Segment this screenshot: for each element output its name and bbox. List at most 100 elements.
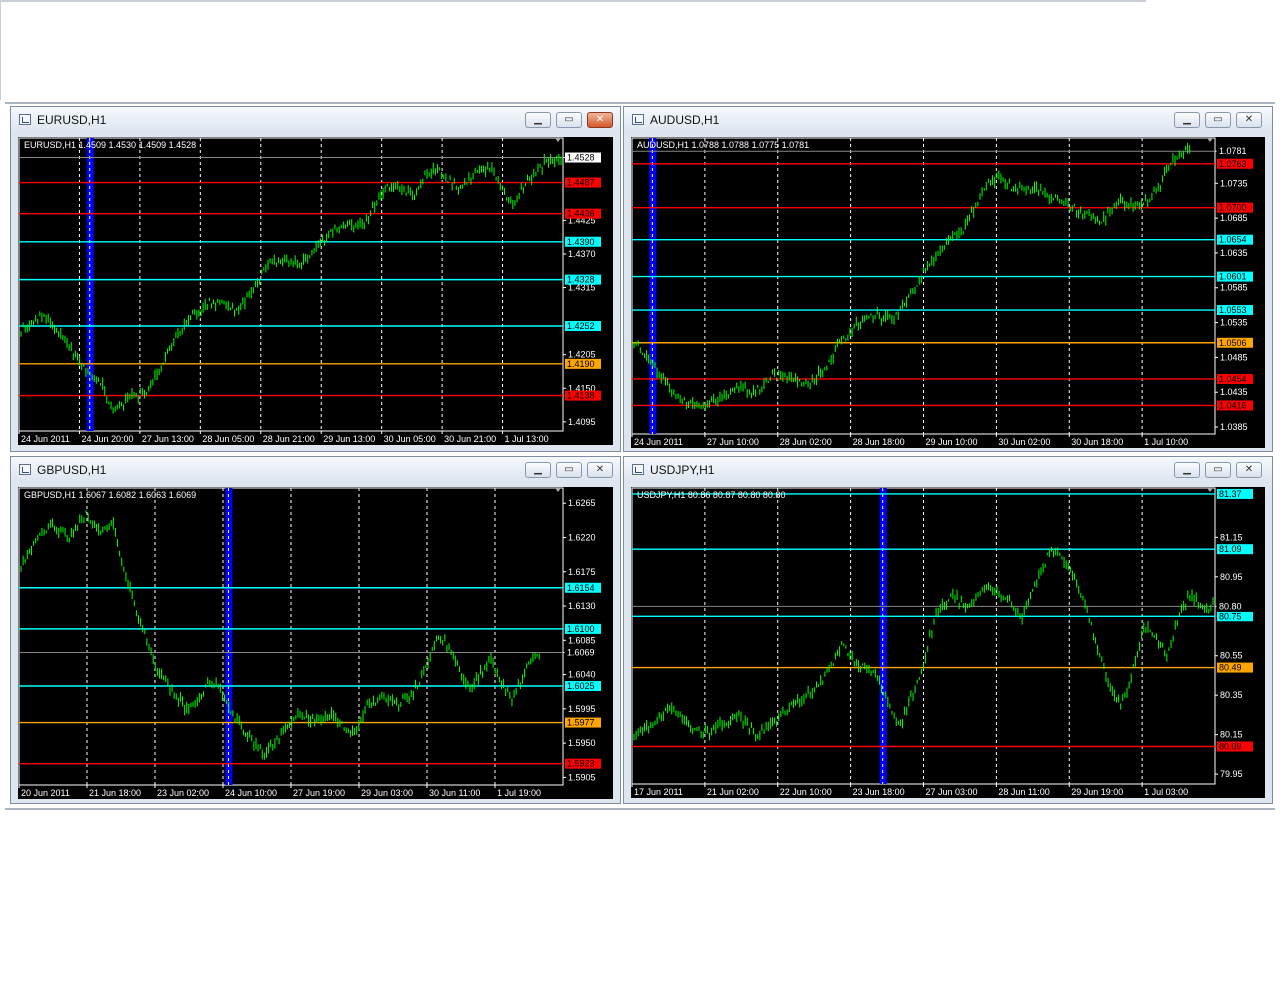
chart-window-eurusd[interactable]: EURUSD,H1 ▁ ▭ ✕ 1.45281.44251.43701.4315… bbox=[10, 106, 621, 452]
level-label: 1.0601 bbox=[1219, 272, 1247, 282]
minimize-icon: ▁ bbox=[534, 114, 542, 125]
restore-icon: ▭ bbox=[564, 464, 574, 475]
x-tick-label: 24 Jun 2011 bbox=[21, 434, 70, 444]
close-button[interactable]: ✕ bbox=[587, 462, 613, 478]
close-icon: ✕ bbox=[595, 464, 605, 475]
y-tick-label: 1.6220 bbox=[568, 533, 596, 543]
chart-canvas[interactable]: 1.6265 1.6220 1.6175 1.6130 1.6085 1.6069 1.60… bbox=[18, 487, 613, 799]
window-title: GBPUSD,H1 bbox=[37, 463, 107, 477]
chart-window-icon bbox=[19, 464, 31, 475]
restore-icon: ▭ bbox=[1213, 114, 1223, 125]
x-tick-label: 29 Jun 10:00 bbox=[926, 437, 978, 447]
y-tick-label: 1.4370 bbox=[568, 249, 596, 259]
y-tick-label: 79.95 bbox=[1220, 769, 1243, 779]
x-tick-label: 24 Jun 20:00 bbox=[81, 434, 133, 444]
price-chart[interactable]: 1.6265 1.6220 1.6175 1.6130 1.6085 1.6069 1.60… bbox=[18, 487, 613, 799]
desktop-top-edge bbox=[0, 0, 1146, 2]
restore-button[interactable]: ▭ bbox=[1205, 112, 1231, 128]
minimize-icon: ▁ bbox=[1183, 464, 1191, 475]
level-label: 1.0553 bbox=[1219, 305, 1247, 315]
ohlc-readout: GBPUSD,H1 1.6067 1.6082 1.6063 1.6069 bbox=[24, 490, 197, 500]
x-tick-label: 30 Jun 11:00 bbox=[429, 788, 480, 798]
ohlc-readout: USDJPY,H1 80.86 80.87 80.80 80.80 bbox=[637, 490, 786, 500]
price-chart[interactable]: 81.15 80.95 80.80 80.55 80.35 80.15 79.95 81.37… bbox=[631, 487, 1265, 798]
y-tick-label: 80.55 bbox=[1220, 651, 1243, 661]
x-tick-label: 27 Jun 10:00 bbox=[707, 437, 759, 447]
mdi-area-top-border bbox=[5, 102, 1275, 104]
close-icon: ✕ bbox=[595, 114, 605, 125]
x-tick-label: 28 Jun 11:00 bbox=[998, 787, 1049, 797]
chart-window-gbpusd[interactable]: GBPUSD,H1 ▁ ▭ ✕ 1.6265 1.6220 1.6175 1.6130… bbox=[10, 456, 621, 804]
level-label: 1.0763 bbox=[1219, 159, 1247, 169]
level-label: 81.09 bbox=[1219, 544, 1242, 554]
current-price-label: 1.0781 bbox=[1219, 146, 1247, 156]
restore-button[interactable]: ▭ bbox=[556, 462, 582, 478]
chart-canvas[interactable]: 1.45281.44251.43701.43151.42051.41501.40… bbox=[18, 137, 613, 445]
x-tick-label: 28 Jun 02:00 bbox=[780, 437, 832, 447]
restore-button[interactable]: ▭ bbox=[556, 112, 582, 128]
level-label: 1.4138 bbox=[567, 391, 595, 401]
chart-canvas[interactable]: 81.15 80.95 80.80 80.55 80.35 80.15 79.95 81.37… bbox=[631, 487, 1265, 798]
y-tick-label: 1.6130 bbox=[568, 601, 596, 611]
y-tick-label: 1.0585 bbox=[1220, 283, 1248, 293]
y-tick-label: 1.6175 bbox=[568, 567, 596, 577]
minimize-button[interactable]: ▁ bbox=[525, 112, 551, 128]
chart-window-audusd[interactable]: AUDUSD,H1 ▁ ▭ ✕ 1.0781 1.0735 1.0685 1.0635… bbox=[623, 106, 1273, 452]
y-tick-label: 80.15 bbox=[1220, 730, 1243, 740]
close-button[interactable]: ✕ bbox=[587, 112, 613, 128]
restore-icon: ▭ bbox=[1213, 464, 1223, 475]
minimize-button[interactable]: ▁ bbox=[525, 462, 551, 478]
x-tick-label: 28 Jun 21:00 bbox=[263, 434, 315, 444]
x-tick-label: 30 Jun 18:00 bbox=[1071, 437, 1123, 447]
minimize-button[interactable]: ▁ bbox=[1174, 462, 1200, 478]
y-tick-label: 1.0435 bbox=[1220, 387, 1248, 397]
x-tick-label: 1 Jul 19:00 bbox=[497, 788, 541, 798]
x-tick-label: 30 Jun 02:00 bbox=[998, 437, 1050, 447]
x-tick-label: 30 Jun 05:00 bbox=[384, 434, 436, 444]
y-tick-label: 80.95 bbox=[1220, 572, 1243, 582]
level-label: 1.0700 bbox=[1219, 203, 1247, 213]
restore-button[interactable]: ▭ bbox=[1205, 462, 1231, 478]
window-titlebar[interactable]: USDJPY,H1 ▁ ▭ ✕ bbox=[624, 457, 1272, 483]
level-label: 1.4390 bbox=[567, 237, 595, 247]
x-tick-label: 21 Jun 18:00 bbox=[89, 788, 141, 798]
x-tick-label: 27 Jun 13:00 bbox=[142, 434, 194, 444]
chart-window-usdjpy[interactable]: USDJPY,H1 ▁ ▭ ✕ 81.15 80.95 80.80 80.55 80.3… bbox=[623, 456, 1273, 804]
y-tick-label: 1.5905 bbox=[568, 772, 596, 782]
level-label: 1.0506 bbox=[1219, 338, 1247, 348]
close-icon: ✕ bbox=[1244, 464, 1254, 475]
chart-canvas[interactable]: 1.0781 1.0735 1.0685 1.0635 1.0585 1.0535 1.04… bbox=[631, 137, 1265, 448]
x-tick-label: 23 Jun 18:00 bbox=[853, 787, 905, 797]
close-button[interactable]: ✕ bbox=[1236, 462, 1262, 478]
y-tick-label: 81.15 bbox=[1220, 532, 1243, 542]
level-label: 1.0654 bbox=[1219, 235, 1247, 245]
mdi-area-bottom-border bbox=[5, 808, 1275, 810]
level-label: 1.4436 bbox=[567, 209, 595, 219]
level-label: 1.6025 bbox=[567, 681, 595, 691]
level-label: 1.0454 bbox=[1219, 374, 1247, 384]
y-tick-label: 1.5950 bbox=[568, 738, 596, 748]
price-chart[interactable]: 1.0781 1.0735 1.0685 1.0635 1.0585 1.0535 1.04… bbox=[631, 137, 1265, 448]
level-label: 1.0416 bbox=[1219, 400, 1247, 410]
level-label: 81.37 bbox=[1219, 489, 1242, 499]
x-tick-label: 22 Jun 10:00 bbox=[780, 787, 832, 797]
window-titlebar[interactable]: GBPUSD,H1 ▁ ▭ ✕ bbox=[11, 457, 620, 483]
desktop-left-edge bbox=[0, 0, 1, 100]
level-label: 80.49 bbox=[1219, 663, 1242, 673]
level-label: 1.5977 bbox=[567, 718, 595, 728]
chart-window-icon bbox=[19, 114, 31, 125]
ohlc-readout: EURUSD,H1 1.4509 1.4530 1.4509 1.4528 bbox=[24, 140, 197, 150]
window-titlebar[interactable]: AUDUSD,H1 ▁ ▭ ✕ bbox=[624, 107, 1272, 133]
period-separator bbox=[649, 138, 657, 434]
x-tick-label: 27 Jun 19:00 bbox=[293, 788, 345, 798]
close-button[interactable]: ✕ bbox=[1236, 112, 1262, 128]
price-chart[interactable]: 1.45281.44251.43701.43151.42051.41501.40… bbox=[18, 137, 613, 445]
window-title: EURUSD,H1 bbox=[37, 113, 107, 127]
y-tick-label: 1.6040 bbox=[568, 670, 596, 680]
window-titlebar[interactable]: EURUSD,H1 ▁ ▭ ✕ bbox=[11, 107, 620, 133]
level-label: 1.4487 bbox=[567, 178, 595, 188]
x-tick-label: 24 Jun 2011 bbox=[634, 437, 683, 447]
chart-window-icon bbox=[632, 114, 644, 125]
minimize-button[interactable]: ▁ bbox=[1174, 112, 1200, 128]
chart-window-icon bbox=[632, 464, 644, 475]
